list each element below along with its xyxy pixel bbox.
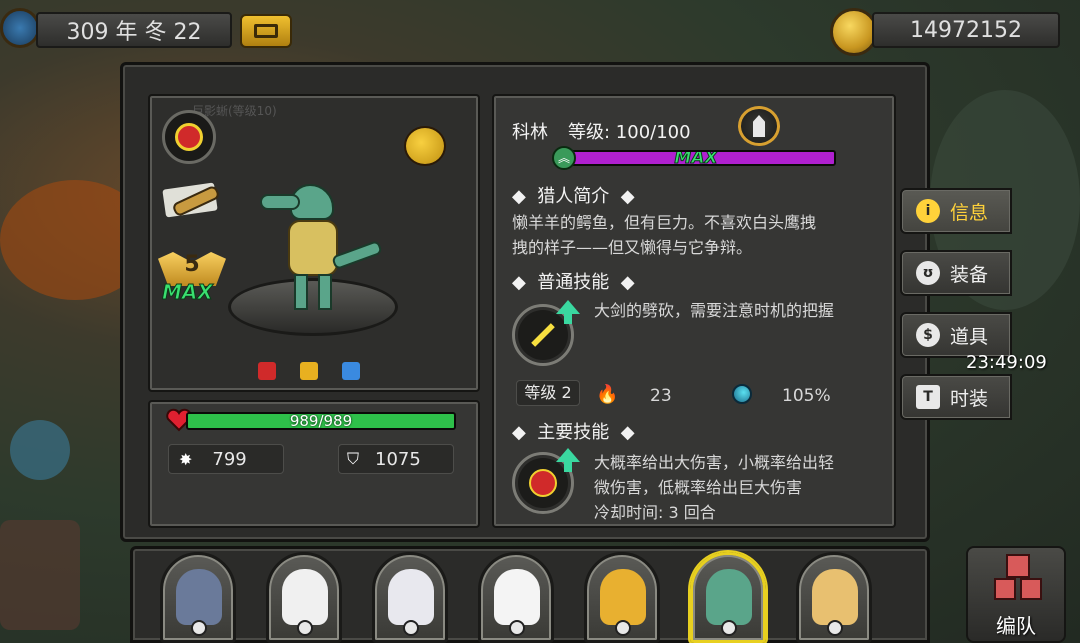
date-text: 309 年 冬 22 (66, 20, 202, 45)
skill-level-box: 等级 2 (516, 380, 580, 406)
intro-title-row: ◆ 猎人简介 ◆ (512, 186, 635, 207)
fire-icon: 🔥 (596, 384, 619, 405)
tab-items-label: 道具 (950, 325, 989, 348)
tab-fashion[interactable]: T 时装 (900, 374, 1012, 420)
roster-portrait-crocodile-hunter[interactable] (690, 552, 766, 643)
intro-line-2: 拽的样子——但又懒得与它争辩。 (512, 238, 753, 257)
star-rank-badge: 5 MAX (158, 252, 226, 305)
devil-face-icon (175, 123, 203, 151)
trait-icon-fire[interactable] (258, 362, 276, 380)
roster-portrait-leopard-hunter[interactable] (584, 552, 660, 643)
crocodile-hunter-sprite (260, 184, 383, 314)
exp-bar: MAX (556, 150, 836, 166)
skill-power-value: 23 (650, 386, 672, 406)
main-skill-title-row: ◆ 主要技能 ◆ (512, 422, 635, 443)
tab-equipment[interactable]: ʊ 装备 (900, 250, 1012, 296)
shield-icon: ⛉ (347, 449, 360, 468)
roster-portrait-giraffe-hunter[interactable] (796, 552, 872, 643)
main-skill-line-1: 大概率给出大伤害，小概率给出轻 (594, 453, 835, 472)
star-max-label: MAX (162, 280, 214, 305)
normal-skill-upgrade-icon[interactable] (556, 300, 580, 314)
skill-crit-value: 105% (782, 386, 831, 406)
attack-value: 799 (212, 448, 247, 470)
class-badge-icon (403, 620, 419, 636)
map-house-button[interactable] (0, 520, 80, 630)
hp-bar: 989/989 (186, 412, 456, 430)
main-skill-cooldown: 冷却时间: 3 回合 (594, 503, 716, 522)
roster-portrait-polar-bear-hunter[interactable] (478, 552, 554, 643)
mole-hunter-avatar (176, 569, 222, 625)
armor-icon: ʊ (916, 261, 940, 285)
main-skill-text: 大概率给出大伤害，小概率给出轻 微伤害，低概率给出巨大伤害 冷却时间: 3 回合 (594, 450, 834, 525)
class-badge-icon (297, 620, 313, 636)
class-badge-icon (509, 620, 525, 636)
main-skill-title: 主要技能 (537, 422, 610, 443)
tab-fashion-label: 时装 (950, 387, 989, 410)
intro-line-1: 懒羊羊的鳄鱼，但有巨力。不喜欢白头鹰拽 (512, 213, 817, 232)
team-button-label: 编队 (996, 614, 1036, 638)
defense-value: 1075 (375, 448, 421, 470)
main-skill-line-2: 微伤害，低概率给出巨大伤害 (594, 478, 803, 497)
normal-skill-title-row: ◆ 普通技能 ◆ (512, 272, 635, 293)
exp-chevron-icon: ︽ (552, 146, 576, 170)
main-skill-upgrade-icon[interactable] (556, 448, 580, 462)
coin-icon (830, 8, 878, 56)
clock-text: 23:49:09 (966, 352, 1047, 373)
intro-title: 猎人简介 (537, 186, 610, 207)
normal-skill-text: 大剑的劈砍，需要注意时机的把握 (594, 301, 835, 320)
roster-portrait-sheep-hunter[interactable] (372, 552, 448, 643)
bee-pet-icon[interactable] (404, 126, 446, 166)
attack-icon: ✸ (179, 449, 193, 469)
sword-slash-icon (523, 315, 563, 355)
calendar-icon (254, 24, 278, 38)
coin-counter: 14972152 (872, 12, 1060, 48)
map-globe-button[interactable] (10, 420, 70, 480)
tab-info-label: 信息 (950, 201, 989, 224)
season-icon (0, 8, 40, 48)
bag-icon: $ (916, 323, 940, 347)
leopard-hunter-avatar (600, 569, 646, 625)
tab-info[interactable]: i 信息 (900, 188, 1012, 234)
intro-text: 懒羊羊的鳄鱼，但有巨力。不喜欢白头鹰拽 拽的样子——但又懒得与它争辩。 (512, 210, 816, 260)
defense-stat: ⛉ 1075 (338, 444, 454, 474)
trait-icon-claw[interactable] (300, 362, 318, 380)
crocodile-hunter-avatar (706, 569, 752, 625)
element-badge[interactable] (162, 110, 216, 164)
roster-portrait-mole-hunter[interactable] (160, 552, 236, 643)
sheep-hunter-avatar (388, 569, 434, 625)
telescope-icon[interactable] (162, 182, 224, 220)
tab-equipment-label: 装备 (950, 263, 989, 286)
roster-portrait-eagle-hunter[interactable] (266, 552, 342, 643)
attack-stat: ✸ 799 (168, 444, 284, 474)
hero-name: 科林 (512, 122, 548, 143)
date-display: 309 年 冬 22 (36, 12, 232, 48)
star-level-number: 5 (184, 252, 200, 277)
giraffe-hunter-avatar (812, 569, 858, 625)
polar-bear-hunter-avatar (494, 569, 540, 625)
class-badge-icon (615, 620, 631, 636)
normal-skill-title: 普通技能 (537, 272, 610, 293)
info-icon: i (916, 199, 940, 223)
hero-level: 等级: 100/100 (568, 122, 691, 143)
class-badge-icon (721, 620, 737, 636)
main-skill-upgrade-stem (564, 462, 572, 472)
calendar-button[interactable] (240, 14, 292, 48)
rank-emblem-icon (738, 106, 780, 146)
team-button[interactable]: 编队 (966, 546, 1066, 643)
coin-amount: 14972152 (910, 17, 1022, 43)
hp-text: 989/989 (289, 412, 353, 430)
devil-face-icon (529, 469, 557, 497)
trait-icon-blade[interactable] (342, 362, 360, 380)
skill-level-text: 等级 2 (524, 383, 572, 402)
class-badge-icon (191, 620, 207, 636)
crit-icon (732, 384, 752, 404)
eagle-hunter-avatar (282, 569, 328, 625)
normal-skill-upgrade-stem (564, 314, 572, 324)
team-icon (994, 554, 1042, 614)
class-badge-icon (827, 620, 843, 636)
exp-max-label: MAX (674, 150, 718, 166)
shirt-icon: T (916, 385, 940, 409)
